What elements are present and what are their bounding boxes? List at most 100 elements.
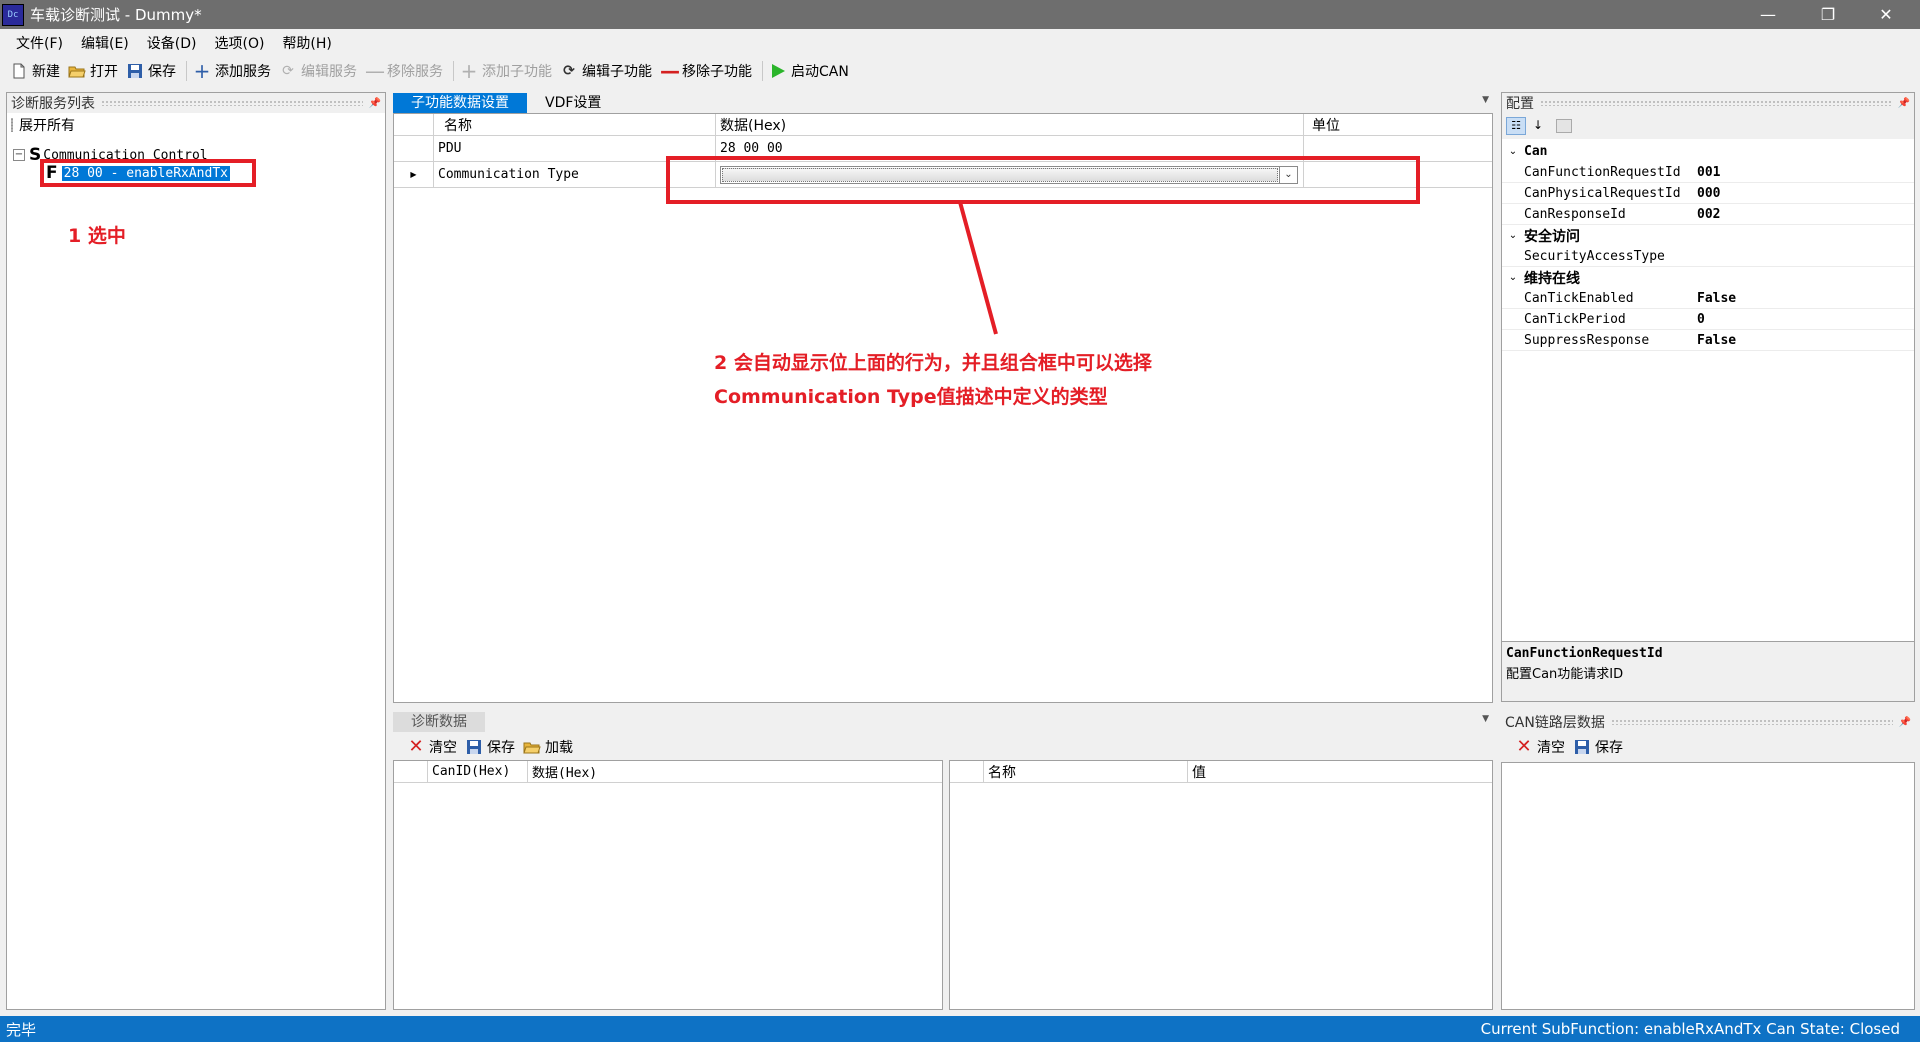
property-row[interactable]: CanPhysicalRequestId 000 [1502,183,1914,204]
can-log-area[interactable] [1501,762,1915,1010]
property-value[interactable]: 002 [1697,207,1720,222]
property-row[interactable]: SuppressResponse False [1502,330,1914,351]
chevron-down-icon[interactable]: ⌄ [1502,146,1524,157]
title-bar: Dc 车载诊断测试 - Dummy* — ❐ ✕ [0,0,1920,29]
remove-subfunc-button[interactable]: — 移除子功能 [660,61,752,81]
save-button[interactable]: 保存 [465,737,515,757]
start-can-label: 启动CAN [791,64,849,80]
property-toolbar: ☷ ↓ [1502,113,1914,139]
column-header-data[interactable]: 数据(Hex) [716,114,1304,135]
refresh-icon: ⟳ [282,63,294,79]
column-header-value[interactable]: 值 [1188,761,1492,782]
property-row[interactable]: CanFunctionRequestId 001 [1502,162,1914,183]
category-security-access[interactable]: ⌄ 安全访问 [1502,225,1914,246]
tab-dropdown-icon[interactable]: ▼ [1482,714,1489,724]
save-button[interactable]: 保存 [126,61,176,81]
property-row[interactable]: CanTickPeriod 0 [1502,309,1914,330]
app-icon: Dc [2,3,24,26]
column-header-canid[interactable]: CanID(Hex) [428,761,528,782]
menu-edit[interactable]: 编辑(E) [73,33,137,53]
clear-button[interactable]: ✕ 清空 [407,737,457,757]
tab-vdf[interactable]: VDF设置 [527,93,619,113]
edit-subfunc-button[interactable]: ⟳ 编辑子功能 [560,61,652,81]
category-label: 安全访问 [1524,228,1580,245]
property-row[interactable]: CanResponseId 002 [1502,204,1914,225]
save-label: 保存 [148,64,176,80]
tab-diagnostic-data[interactable]: 诊断数据 [393,712,485,732]
property-value[interactable]: 001 [1697,165,1720,180]
header-grip [1540,100,1892,106]
column-header-unit[interactable]: 单位 [1304,114,1494,135]
menu-help[interactable]: 帮助(H) [274,33,339,53]
add-service-label: 添加服务 [215,64,271,80]
close-button[interactable]: ✕ [1858,0,1914,29]
property-key: CanResponseId [1524,206,1626,222]
column-header-name[interactable]: 名称 [984,761,1188,782]
property-description: CanFunctionRequestId 配置Can功能请求ID [1502,641,1914,701]
save-button[interactable]: 保存 [1573,737,1623,757]
edit-subfunc-label: 编辑子功能 [582,64,652,80]
can-toolbar: ✕ 清空 保存 [1501,734,1631,760]
property-value[interactable]: False [1697,291,1736,306]
property-value[interactable]: 000 [1697,186,1720,201]
start-can-button[interactable]: 启动CAN [769,61,849,81]
category-keep-alive[interactable]: ⌄ 维持在线 [1502,267,1914,288]
category-label: Can [1524,144,1548,159]
property-key: SecurityAccessType [1524,248,1665,264]
toolbar: 新建 打开 保存 + 添加服务 ⟳ 编辑服务 — 移除服务 + 添加子功能 ⟳ … [0,57,1920,85]
open-button[interactable]: 打开 [68,61,118,81]
menu-device[interactable]: 设备(D) [139,33,205,53]
edit-service-button[interactable]: ⟳ 编辑服务 [279,61,357,81]
tab-dropdown-icon[interactable]: ▼ [1482,95,1489,105]
property-pages-icon[interactable] [1556,119,1572,133]
column-header-data[interactable]: 数据(Hex) [528,761,942,782]
can-panel-header: CAN链路层数据 📌 [1501,710,1915,734]
pin-icon[interactable]: 📌 [369,98,381,109]
add-subfunc-button[interactable]: + 添加子功能 [460,61,552,81]
toolbar-separator [186,61,187,81]
new-button[interactable]: 新建 [10,61,60,81]
grid-header-row: 名称 值 [950,761,1492,783]
diag-toolbar: ✕ 清空 保存 加载 [393,734,581,760]
row-header-cell [950,761,984,782]
property-row[interactable]: SecurityAccessType [1502,246,1914,267]
clear-label: 清空 [1537,740,1565,756]
add-service-button[interactable]: + 添加服务 [193,61,271,81]
menu-file[interactable]: 文件(F) [8,33,71,53]
description-text: 配置Can功能请求ID [1506,667,1624,682]
collapse-icon[interactable]: − [13,149,25,161]
load-label: 加载 [545,740,573,756]
minimize-button[interactable]: — [1740,0,1796,29]
expand-all-button[interactable]: 展开所有 [11,115,75,135]
remove-service-button[interactable]: — 移除服务 [365,61,443,81]
pin-icon[interactable]: 📌 [1898,98,1910,109]
plus-icon: + [193,59,211,83]
description-title: CanFunctionRequestId [1506,646,1663,661]
restore-button[interactable]: ❐ [1800,0,1856,29]
property-value[interactable]: False [1697,333,1736,348]
plus-icon: + [460,59,478,83]
load-button[interactable]: 加载 [523,737,573,757]
categorized-icon[interactable]: ☷ [1506,117,1526,135]
annotation-step-1: 1 选中 [68,225,126,247]
chevron-down-icon[interactable]: ⌄ [1502,272,1524,283]
tab-subfunction-data[interactable]: 子功能数据设置 [393,93,527,113]
save-label: 保存 [487,740,515,756]
chevron-down-icon[interactable]: ⌄ [1502,230,1524,241]
new-file-icon [13,63,25,79]
window-title: 车载诊断测试 - Dummy* [30,6,202,24]
property-row[interactable]: CanTickEnabled False [1502,288,1914,309]
menu-options[interactable]: 选项(O) [206,33,272,53]
grid-header-row: CanID(Hex) 数据(Hex) [394,761,942,783]
sort-alpha-icon[interactable]: ↓ [1528,117,1548,135]
column-header-name[interactable]: 名称 [434,114,716,135]
service-list-title: 诊断服务列表 [11,96,95,112]
toolbar-separator [453,61,454,81]
diag-tab-strip: 诊断数据 ▼ [393,710,1493,732]
clear-button[interactable]: ✕ 清空 [1515,737,1565,757]
category-can[interactable]: ⌄ Can [1502,141,1914,162]
row-header-cell [394,136,434,161]
property-value[interactable]: 0 [1697,312,1705,327]
save-disk-icon [467,740,481,754]
pin-icon[interactable]: 📌 [1899,717,1911,728]
